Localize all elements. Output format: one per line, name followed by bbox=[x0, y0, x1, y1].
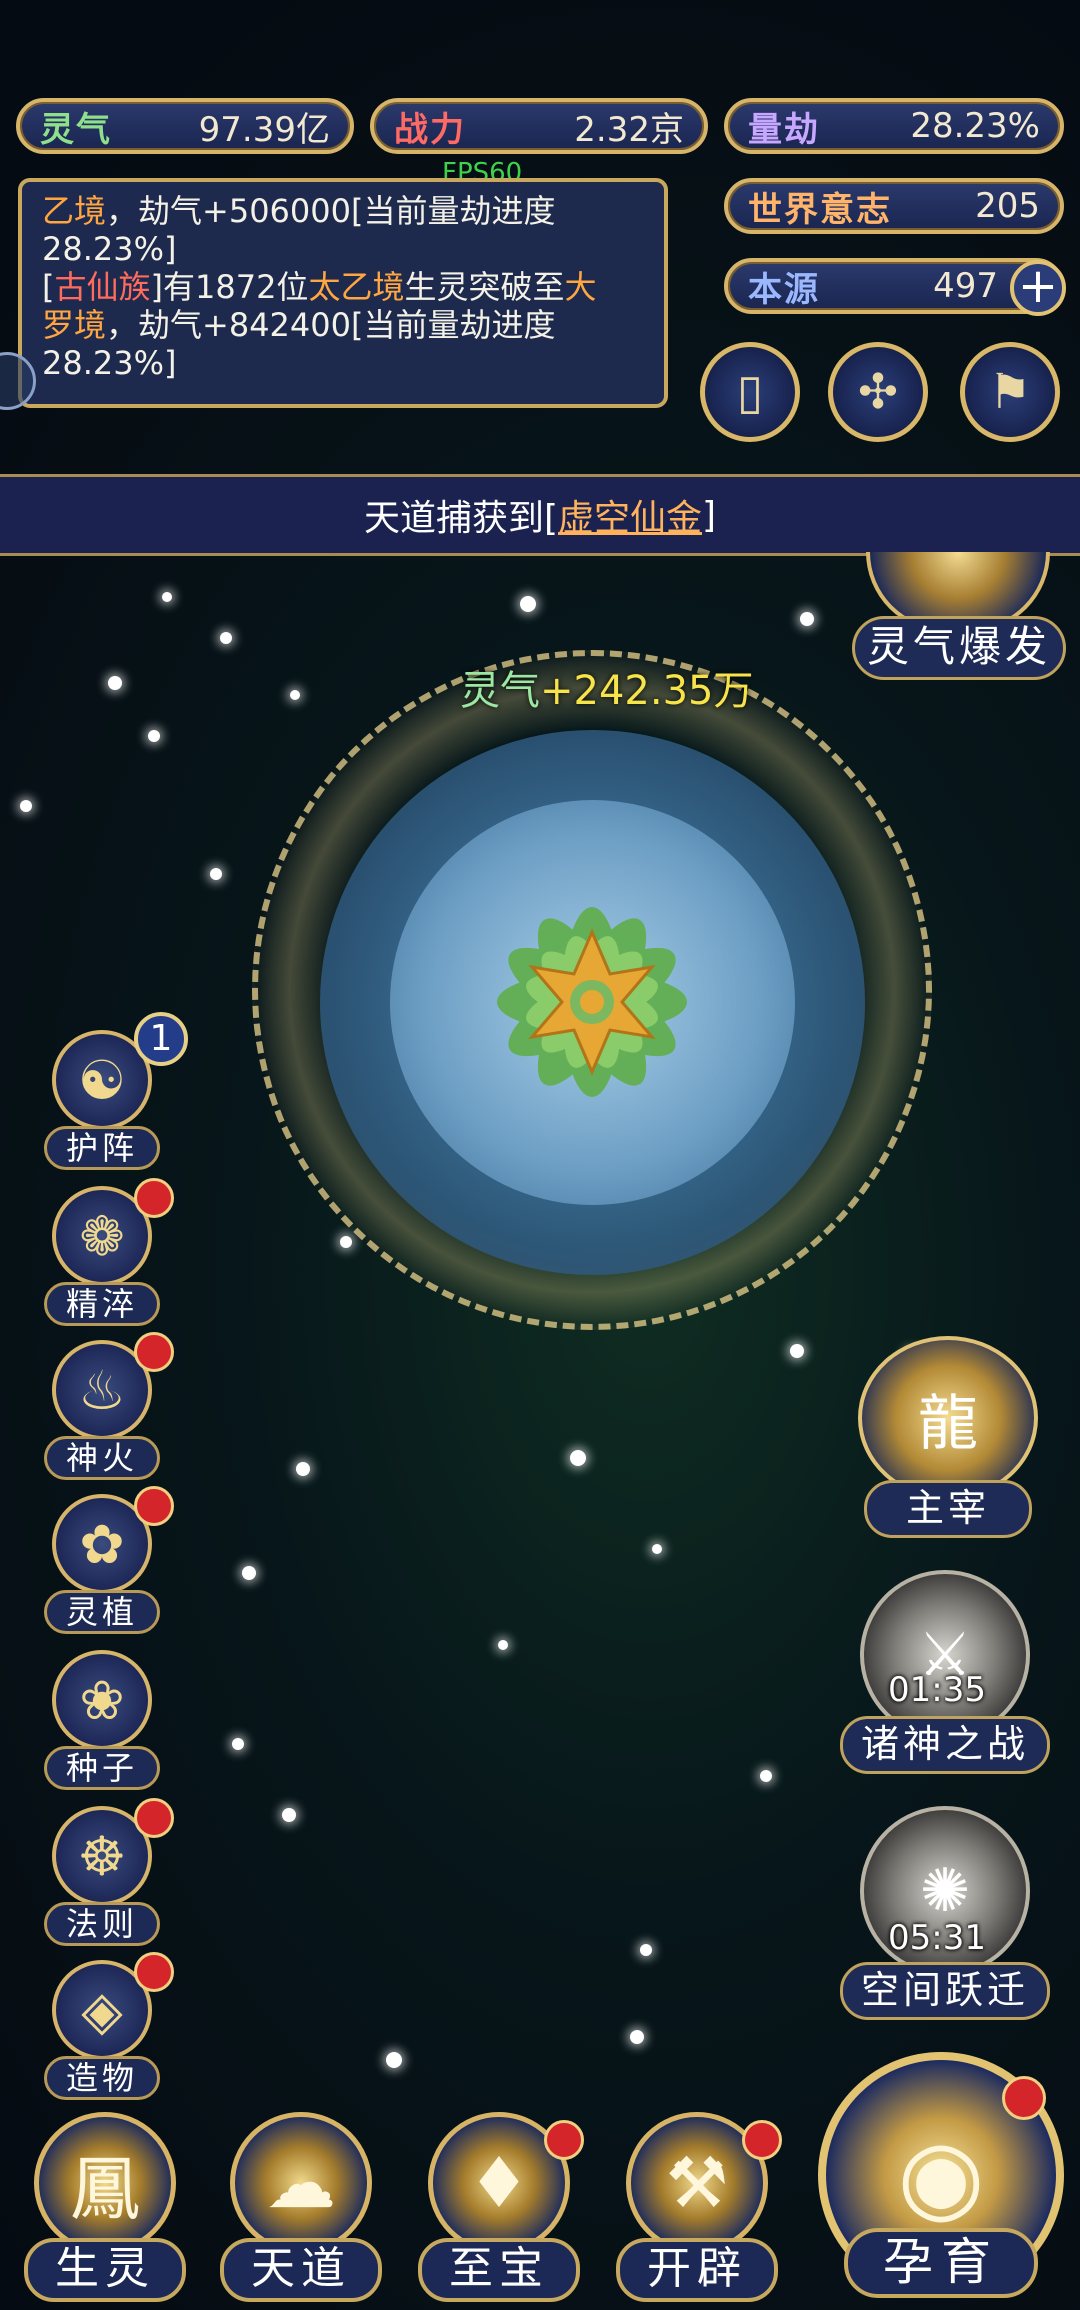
notification-dot bbox=[544, 2120, 584, 2160]
left-menu-creation[interactable]: ◈ 造物 bbox=[38, 1952, 174, 2100]
left-menu-label: 神火 bbox=[44, 1436, 160, 1480]
notification-dot bbox=[134, 1486, 174, 1526]
notification-dot bbox=[134, 1798, 174, 1838]
notification-dot bbox=[134, 1952, 174, 1992]
nav-incubate[interactable]: ◉ 孕育 bbox=[818, 2052, 1064, 2310]
aura-burst-button[interactable]: 灵气爆发 bbox=[852, 616, 1066, 680]
phoenix-icon: 鳳 bbox=[34, 2112, 176, 2254]
gain-value: +242.35万 bbox=[540, 668, 754, 714]
stat-world-will[interactable]: 世界意志 205 bbox=[724, 178, 1064, 234]
stat-liangjie-label: 量劫 bbox=[748, 109, 820, 150]
master-label: 主宰 bbox=[864, 1480, 1032, 1538]
plus-icon[interactable]: + bbox=[1010, 260, 1066, 316]
left-menu-label: 种子 bbox=[44, 1746, 160, 1790]
left-menu-seed[interactable]: ❀ 种子 bbox=[38, 1650, 164, 1790]
notification-dot bbox=[134, 1178, 174, 1218]
left-menu-law[interactable]: ☸ 法则 bbox=[38, 1798, 174, 1946]
left-menu-label: 护阵 bbox=[44, 1126, 160, 1170]
left-menu-label: 法则 bbox=[44, 1902, 160, 1946]
space-leap-timer: 05:31 bbox=[888, 1918, 986, 1958]
stat-zhanli[interactable]: 战力 2.32京 bbox=[370, 98, 708, 154]
space-leap-button[interactable]: ✺ 05:31 空间跃迁 bbox=[840, 1806, 1050, 2022]
stat-source-value: 497 bbox=[933, 266, 998, 306]
vortex-button[interactable]: ✣ bbox=[828, 342, 928, 442]
stat-liangjie-value: 28.23% bbox=[910, 106, 1040, 146]
gods-war-timer: 01:35 bbox=[888, 1670, 986, 1710]
banner-item-link[interactable]: 虚空仙金 bbox=[558, 489, 702, 541]
log-entry: [古仙族]有1872位太乙境生灵突破至大 bbox=[42, 268, 644, 306]
nav-treasure[interactable]: ♦ 至宝 bbox=[414, 2112, 584, 2302]
event-log: 乙境，劫气+506000[当前量劫进度 28.23%] [古仙族]有1872位太… bbox=[18, 178, 668, 408]
master-button[interactable]: 龍 主宰 bbox=[848, 1336, 1048, 1542]
sword-icon: ⚔ bbox=[860, 1570, 1030, 1740]
dragon-icon: 龍 bbox=[858, 1336, 1038, 1500]
log-entry: 乙境，劫气+506000[当前量劫进度 bbox=[42, 192, 644, 230]
gods-war-button[interactable]: ⚔ 01:35 诸神之战 bbox=[840, 1570, 1050, 1776]
notification-dot bbox=[134, 1332, 174, 1372]
cloud-swirl-icon: ☁ bbox=[230, 2112, 372, 2254]
log-realm: 太乙境 bbox=[308, 268, 405, 306]
log-text: ，劫气+842400[当前量劫进度 bbox=[106, 306, 556, 344]
count-badge: 1 bbox=[134, 1012, 188, 1066]
stat-lingqi-value: 97.39亿 bbox=[198, 109, 330, 150]
nav-label: 开辟 bbox=[616, 2238, 778, 2302]
gods-war-label: 诸神之战 bbox=[840, 1716, 1050, 1774]
log-realm: 乙境 bbox=[42, 192, 107, 230]
left-menu-label: 造物 bbox=[44, 2056, 160, 2100]
log-entry: 罗境，劫气+842400[当前量劫进度 bbox=[42, 306, 644, 344]
aura-gain-popup: 灵气+242.35万 bbox=[460, 658, 753, 716]
log-realm: 大 bbox=[564, 268, 597, 306]
capture-banner: 天道捕获到[虚空仙金] bbox=[0, 474, 1080, 556]
nav-heaven-dao[interactable]: ☁ 天道 bbox=[216, 2112, 386, 2302]
nav-label: 天道 bbox=[220, 2238, 382, 2302]
nav-label: 生灵 bbox=[24, 2238, 186, 2302]
stat-lingqi-label: 灵气 bbox=[40, 109, 112, 150]
nav-open-up[interactable]: ⚒ 开辟 bbox=[612, 2112, 782, 2302]
gain-key: 灵气 bbox=[460, 668, 540, 714]
cards-button[interactable]: ▯ bbox=[700, 342, 800, 442]
left-menu-label: 灵植 bbox=[44, 1590, 160, 1634]
log-text: [ bbox=[42, 268, 55, 306]
nav-label: 至宝 bbox=[418, 2238, 580, 2302]
flag-icon: ⚑ bbox=[988, 364, 1032, 420]
notification-dot bbox=[742, 2120, 782, 2160]
banner-prefix: 天道捕获到[ bbox=[363, 498, 558, 539]
stat-source-label: 本源 bbox=[748, 269, 820, 310]
left-menu-label: 精淬 bbox=[44, 1282, 160, 1326]
seed-icon: ❀ bbox=[52, 1650, 152, 1750]
stat-liangjie[interactable]: 量劫 28.23% bbox=[724, 98, 1064, 154]
cards-icon: ▯ bbox=[736, 364, 764, 420]
left-menu-protect[interactable]: ☯ 护阵 1 bbox=[38, 1012, 188, 1170]
space-leap-label: 空间跃迁 bbox=[840, 1962, 1050, 2020]
banner-suffix: ] bbox=[702, 494, 717, 536]
nav-label: 孕育 bbox=[844, 2228, 1038, 2298]
log-text: ]有1872位 bbox=[150, 268, 309, 306]
vortex-icon: ✣ bbox=[857, 364, 899, 420]
left-menu-refine[interactable]: ❁ 精淬 bbox=[38, 1178, 174, 1326]
nav-creatures[interactable]: 鳳 生灵 bbox=[20, 2112, 190, 2302]
notification-dot bbox=[1002, 2076, 1046, 2120]
log-realm: 罗境 bbox=[42, 306, 107, 344]
log-text: 28.23%] bbox=[42, 230, 177, 268]
flag-button[interactable]: ⚑ bbox=[960, 342, 1060, 442]
log-text: 生灵突破至 bbox=[404, 268, 565, 306]
left-menu-spirit-plant[interactable]: ✿ 灵植 bbox=[38, 1486, 174, 1634]
log-clan: 古仙族 bbox=[54, 268, 151, 306]
lotus-icon bbox=[497, 907, 687, 1097]
stat-world-will-value: 205 bbox=[975, 186, 1040, 226]
left-menu-divine-fire[interactable]: ♨ 神火 bbox=[38, 1332, 174, 1480]
stat-zhanli-value: 2.32京 bbox=[574, 109, 684, 150]
stat-world-will-label: 世界意志 bbox=[748, 189, 892, 230]
stat-lingqi[interactable]: 灵气 97.39亿 bbox=[16, 98, 354, 154]
log-text: 28.23%] bbox=[42, 344, 177, 382]
stat-zhanli-label: 战力 bbox=[394, 109, 466, 150]
log-text: ，劫气+506000[当前量劫进度 bbox=[106, 192, 556, 230]
world-orb[interactable] bbox=[390, 800, 795, 1205]
